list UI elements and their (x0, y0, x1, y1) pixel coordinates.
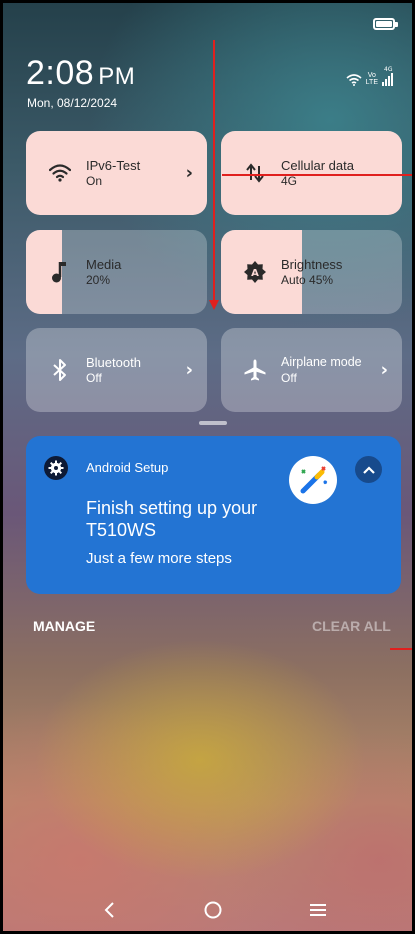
magic-wand-icon (289, 456, 337, 504)
clock-ampm: PM (98, 63, 136, 90)
menu-icon[interactable] (306, 898, 330, 922)
clock[interactable]: 2:08 PM (26, 54, 135, 93)
notification-card[interactable]: Android Setup Finish setting up your T51… (26, 436, 401, 594)
gear-icon (44, 456, 68, 480)
airplane-tile-status: Off (281, 370, 297, 385)
media-volume-slider[interactable]: Media 20% (26, 230, 207, 314)
wifi-tile-status: On (86, 173, 103, 188)
volte-lte: LTE (365, 79, 378, 86)
clock-time: 2:08 (26, 54, 95, 92)
data-arrows-icon (243, 161, 267, 185)
wifi-tile[interactable]: IPv6-Test On › (26, 131, 207, 215)
bluetooth-tile[interactable]: Bluetooth Off › (26, 328, 207, 412)
airplane-tile-label: Airplane mode (281, 354, 362, 369)
volte-icon: Vo LTE (366, 72, 378, 86)
status-icons: Vo LTE 4G (346, 66, 393, 86)
notification-title: Finish setting up your T510WS (86, 498, 258, 540)
bluetooth-tile-label: Bluetooth (86, 354, 141, 370)
bluetooth-icon (48, 358, 72, 382)
cellular-tile-label: Cellular data (281, 157, 354, 173)
chevron-right-icon[interactable]: › (186, 163, 193, 184)
annotation-arrow-line (213, 40, 215, 302)
annotation-line (222, 174, 412, 176)
airplane-mode-tile[interactable]: Airplane mode Off › (221, 328, 402, 412)
wifi-tile-label: IPv6-Test (86, 157, 141, 173)
brightness-tile-status: Auto 45% (281, 272, 334, 287)
wifi-icon (346, 74, 362, 86)
music-note-icon (48, 260, 72, 284)
notification-app-name: Android Setup (86, 460, 169, 475)
clear-all-button[interactable]: CLEAR ALL (312, 618, 391, 634)
drag-handle[interactable] (199, 421, 227, 425)
media-tile-label: Media (86, 256, 122, 272)
cellular-data-tile[interactable]: Cellular data 4G (221, 131, 402, 215)
notification-body: Just a few more steps (86, 550, 232, 567)
volte-vo: Vo (367, 72, 376, 79)
wifi-icon (48, 161, 72, 185)
brightness-auto-icon: A (243, 260, 267, 284)
manage-button[interactable]: MANAGE (33, 618, 95, 634)
svg-text:A: A (251, 268, 259, 279)
media-tile-status: 20% (86, 272, 111, 287)
network-tag: 4G (384, 66, 393, 73)
brightness-slider[interactable]: A Brightness Auto 45% (221, 230, 402, 314)
chevron-right-icon[interactable]: › (186, 360, 193, 381)
chevron-right-icon[interactable]: › (381, 360, 388, 381)
battery-icon (373, 18, 398, 30)
signal-icon: 4G (382, 66, 393, 86)
annotation-line (390, 648, 412, 650)
navigation-bar (0, 890, 415, 930)
annotation-arrow-head (209, 300, 219, 310)
chevron-up-icon[interactable] (355, 456, 382, 483)
airplane-icon (243, 358, 267, 382)
back-icon[interactable] (97, 898, 121, 922)
bluetooth-tile-status: Off (86, 370, 102, 385)
home-icon[interactable] (201, 898, 225, 922)
brightness-tile-label: Brightness (281, 256, 343, 272)
date-label[interactable]: Mon, 08/12/2024 (27, 96, 117, 110)
